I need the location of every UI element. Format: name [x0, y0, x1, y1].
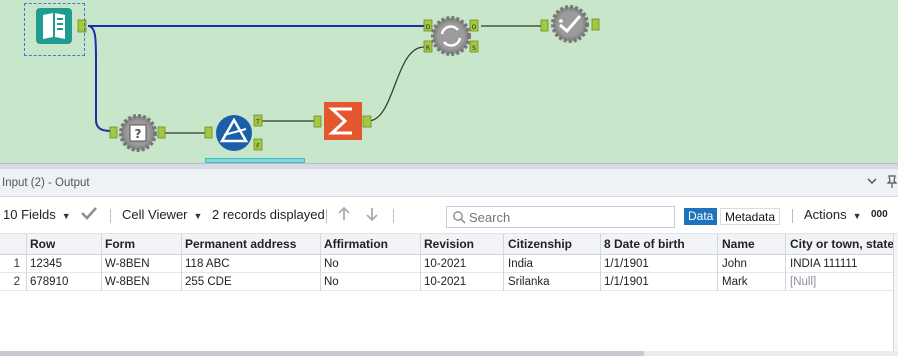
column-header-affirmation[interactable]: Affirmation	[324, 237, 388, 251]
table-cell[interactable]: 1/1/1901	[604, 276, 649, 288]
table-cell[interactable]: INDIA 111111	[790, 258, 857, 270]
toolbar-divider	[326, 209, 327, 223]
table-cell[interactable]: India	[508, 258, 533, 270]
table-cell[interactable]: 1/1/1901	[604, 258, 649, 270]
data-tab[interactable]: Data	[684, 208, 718, 225]
toolbar-divider	[792, 209, 793, 223]
results-header: Input (2) - Output	[0, 169, 898, 197]
join-tool-gear-icon[interactable]: D R O S	[423, 16, 479, 56]
table-cell[interactable]: No	[324, 276, 339, 288]
column-divider	[600, 234, 601, 291]
chevron-down-icon[interactable]	[866, 175, 880, 189]
actions-label: Actions	[804, 207, 847, 222]
table-cell[interactable]: 12345	[30, 258, 62, 270]
caret-down-icon: ▼	[193, 211, 203, 221]
caret-down-icon: ▼	[852, 211, 862, 221]
o-anchor-label: O	[472, 24, 477, 31]
results-title: Input (2) - Output	[2, 177, 90, 189]
sample-tool-gear-icon[interactable]: ?	[109, 114, 166, 152]
column-header-name[interactable]: Name	[722, 237, 755, 251]
column-header-permanent-address[interactable]: Permanent address	[185, 237, 296, 251]
column-divider	[717, 234, 718, 291]
column-header-revision[interactable]: Revision	[424, 237, 474, 251]
column-header-form[interactable]: Form	[105, 237, 135, 251]
table-cell[interactable]: No	[324, 258, 339, 270]
arrow-up-icon[interactable]	[336, 206, 352, 225]
column-divider	[785, 234, 786, 291]
summarize-tool-sigma-icon[interactable]	[313, 102, 372, 140]
tool-selection-box	[24, 3, 85, 56]
column-header-city[interactable]: City or town, state o	[790, 237, 893, 251]
column-header-citizenship[interactable]: Citizenship	[508, 237, 572, 251]
null-value-cell[interactable]: [Null]	[790, 276, 816, 288]
table-cell[interactable]: 10-2021	[424, 258, 466, 270]
table-cell[interactable]: Srilanka	[508, 276, 550, 288]
fields-label: 10 Fields	[3, 207, 56, 222]
row-number: 1	[13, 258, 20, 270]
checkmark-icon[interactable]	[80, 205, 98, 224]
table-cell[interactable]: 255 CDE	[185, 276, 232, 288]
more-options-icon[interactable]: 000	[871, 209, 888, 220]
search-field[interactable]	[446, 206, 675, 228]
pin-icon[interactable]	[886, 175, 898, 189]
column-header-row[interactable]: Row	[30, 237, 55, 251]
filter-tool-icon[interactable]: T F	[204, 114, 263, 151]
records-displayed-text: 2 records displayed	[212, 207, 325, 222]
search-input[interactable]	[469, 208, 669, 226]
actions-dropdown[interactable]: Actions ▼	[804, 207, 862, 222]
cell-viewer-dropdown[interactable]: Cell Viewer ▼	[122, 207, 202, 222]
false-anchor-label: F	[256, 143, 260, 150]
column-divider	[26, 234, 27, 291]
workflow-connections: ? T F D R O S	[36, 5, 600, 152]
table-cell[interactable]: W-8BEN	[105, 258, 150, 270]
column-divider	[320, 234, 321, 291]
svg-text:?: ?	[135, 127, 142, 141]
column-divider	[420, 234, 421, 291]
s-anchor-label: S	[472, 45, 476, 52]
cell-viewer-label: Cell Viewer	[122, 207, 188, 222]
fields-dropdown[interactable]: 10 Fields ▼	[3, 207, 71, 222]
table-row[interactable]: 2 678910 W-8BEN 255 CDE No 10-2021 Srila…	[0, 273, 898, 291]
table-cell[interactable]: W-8BEN	[105, 276, 150, 288]
toolbar-divider	[110, 209, 111, 223]
caret-down-icon: ▼	[61, 211, 71, 221]
search-icon	[453, 211, 466, 224]
column-divider	[503, 234, 504, 291]
table-cell[interactable]: 10-2021	[424, 276, 466, 288]
table-row[interactable]: 1 12345 W-8BEN 118 ABC No 10-2021 India …	[0, 255, 898, 273]
test-tool-check-icon[interactable]	[540, 5, 600, 43]
table-cell[interactable]: John	[722, 258, 747, 270]
true-anchor-label: T	[255, 119, 260, 126]
vertical-scrollbar[interactable]	[893, 234, 898, 352]
column-header-date-of-birth[interactable]: 8 Date of birth	[604, 237, 685, 251]
column-divider	[101, 234, 102, 291]
arrow-down-icon[interactable]	[364, 206, 380, 225]
r-anchor-label: R	[426, 45, 430, 52]
table-cell[interactable]: 678910	[30, 276, 68, 288]
metadata-tab[interactable]: Metadata	[720, 208, 781, 225]
table-cell[interactable]: Mark	[722, 276, 748, 288]
column-divider	[181, 234, 182, 291]
toolbar-divider	[393, 209, 394, 223]
table-cell[interactable]: 118 ABC	[185, 258, 230, 270]
row-number: 2	[13, 276, 20, 288]
d-anchor-label: D	[426, 24, 431, 31]
workflow-canvas[interactable]: ? T F D R O S	[0, 0, 898, 163]
horizontal-scrollbar-thumb[interactable]	[0, 351, 644, 356]
grid-header-row: Row Form Permanent address Affirmation R…	[0, 234, 898, 255]
